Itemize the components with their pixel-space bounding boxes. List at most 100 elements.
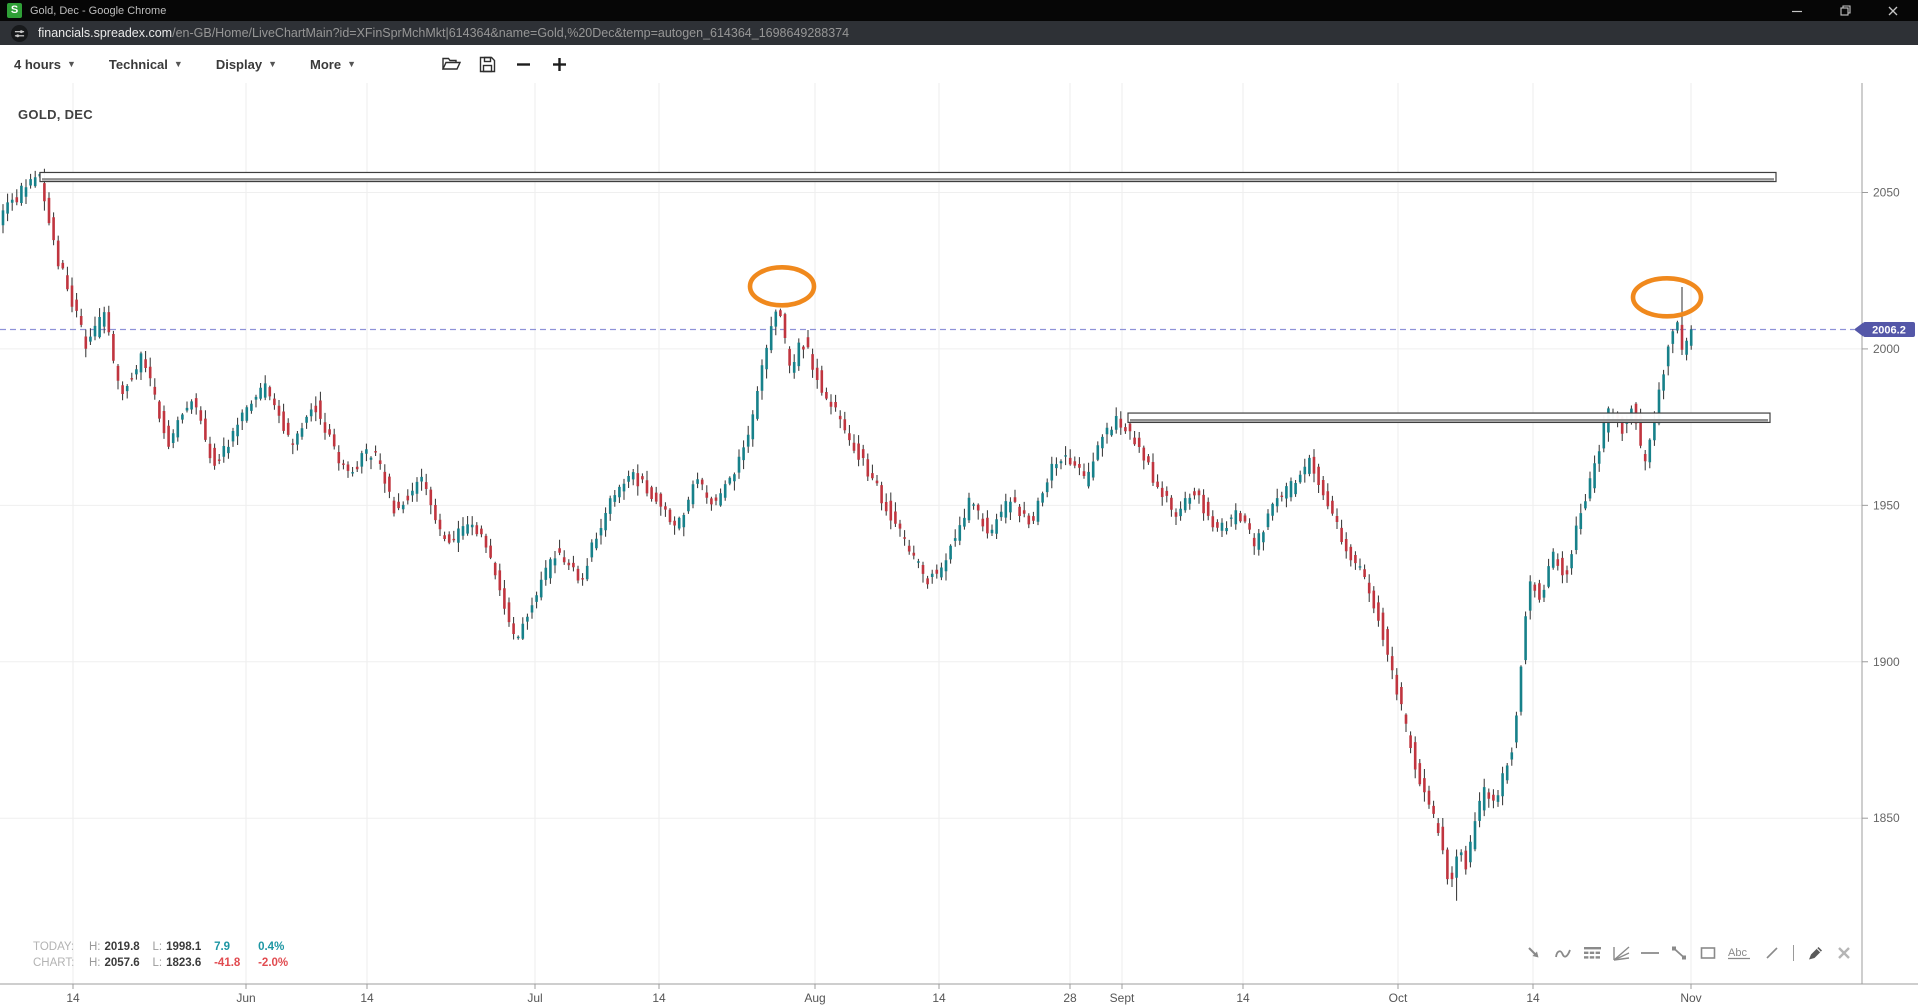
window-title: Gold, Dec - Google Chrome bbox=[30, 5, 166, 17]
technical-label: Technical bbox=[109, 57, 168, 72]
price-tick-label: 2050 bbox=[1873, 185, 1900, 199]
candle-wicks bbox=[3, 169, 1691, 901]
high-value: 2019.8 bbox=[105, 940, 153, 956]
stats-row-chart: CHART: H: 2057.6 L: 1823.6 -41.8 -2.0% bbox=[33, 956, 302, 972]
time-tick-label: 14 bbox=[66, 991, 80, 1005]
pointer-tool-button[interactable] bbox=[1524, 943, 1544, 963]
close-tools-button[interactable] bbox=[1834, 943, 1854, 963]
high-key: H: bbox=[89, 956, 101, 972]
pen-tool-button[interactable] bbox=[1805, 943, 1825, 963]
price-tick-label: 1900 bbox=[1873, 655, 1900, 669]
chart-area: 2050200019501900185014Jun14Jul14Aug1428S… bbox=[0, 83, 1918, 1007]
close-x-icon bbox=[1837, 946, 1851, 960]
close-button[interactable] bbox=[1886, 4, 1900, 18]
time-tick-label: 14 bbox=[652, 991, 666, 1005]
high-value: 2057.6 bbox=[105, 956, 153, 972]
chevron-down-icon: ▼ bbox=[174, 59, 183, 69]
fan-tool-button[interactable] bbox=[1611, 943, 1631, 963]
text-tool-button[interactable]: Abc bbox=[1727, 943, 1753, 963]
technical-dropdown[interactable]: Technical ▼ bbox=[109, 57, 183, 72]
chevron-down-icon: ▼ bbox=[67, 59, 76, 69]
chart-toolbar: 4 hours ▼ Technical ▼ Display ▼ More ▼ bbox=[0, 45, 1918, 83]
change-percent: -2.0% bbox=[258, 956, 302, 972]
minimize-icon bbox=[1791, 5, 1803, 17]
candles-up bbox=[3, 174, 1691, 878]
save-chart-button[interactable] bbox=[477, 53, 499, 75]
more-dropdown[interactable]: More ▼ bbox=[310, 57, 356, 72]
url-path: /en-GB/Home/LiveChartMain?id=XFinSprMchM… bbox=[172, 26, 849, 40]
plus-icon bbox=[552, 57, 567, 72]
stats-label: CHART: bbox=[33, 956, 89, 972]
ray-line-icon bbox=[1763, 944, 1781, 962]
highlight-ellipse-annotation[interactable] bbox=[750, 267, 814, 305]
timeframe-dropdown[interactable]: 4 hours ▼ bbox=[14, 57, 76, 72]
restore-button[interactable] bbox=[1838, 4, 1852, 18]
zoom-in-button[interactable] bbox=[549, 53, 571, 75]
display-dropdown[interactable]: Display ▼ bbox=[216, 57, 277, 72]
pointer-arrow-icon bbox=[1525, 944, 1543, 962]
display-label: Display bbox=[216, 57, 262, 72]
price-tick-label: 2000 bbox=[1873, 342, 1900, 356]
timeframe-label: 4 hours bbox=[14, 57, 61, 72]
price-chart-canvas[interactable]: 2050200019501900185014Jun14Jul14Aug1428S… bbox=[0, 83, 1918, 1007]
close-icon bbox=[1887, 5, 1899, 17]
fan-lines-icon bbox=[1612, 944, 1631, 962]
horizontal-line-icon bbox=[1640, 944, 1660, 962]
titlebar: S Gold, Dec - Google Chrome bbox=[0, 0, 1918, 21]
time-tick-label: 28 bbox=[1063, 991, 1077, 1005]
address-bar[interactable]: financials.spreadex.com/en-GB/Home/LiveC… bbox=[0, 21, 1918, 45]
toolbar-divider bbox=[1793, 945, 1794, 961]
low-key: L: bbox=[153, 940, 163, 956]
rectangle-icon bbox=[1699, 944, 1717, 962]
open-folder-icon bbox=[442, 56, 461, 72]
zoom-out-button[interactable] bbox=[513, 53, 535, 75]
tune-icon bbox=[14, 28, 25, 39]
grid-tool-button[interactable] bbox=[1582, 943, 1602, 963]
instrument-label: GOLD, DEC bbox=[18, 107, 93, 122]
more-label: More bbox=[310, 57, 341, 72]
freehand-curve-icon bbox=[1554, 944, 1572, 962]
high-key: H: bbox=[89, 940, 101, 956]
candles-down bbox=[17, 183, 1682, 879]
save-icon bbox=[479, 56, 496, 73]
time-tick-label: Aug bbox=[804, 991, 825, 1005]
time-tick-label: Jun bbox=[236, 991, 255, 1005]
data-grid-icon bbox=[1583, 944, 1602, 962]
time-tick-label: 14 bbox=[932, 991, 946, 1005]
svg-text:Abc: Abc bbox=[1728, 947, 1747, 959]
time-tick-label: Sept bbox=[1110, 991, 1135, 1005]
rect-tool-button[interactable] bbox=[1698, 943, 1718, 963]
low-value: 1823.6 bbox=[166, 956, 214, 972]
open-chart-button[interactable] bbox=[441, 53, 463, 75]
change-value: -41.8 bbox=[214, 956, 258, 972]
browser-window: S Gold, Dec - Google Chrome financials.s… bbox=[0, 0, 1918, 1007]
price-tag-arrow bbox=[1854, 323, 1863, 337]
stats-label: TODAY: bbox=[33, 940, 89, 956]
url-text: financials.spreadex.com/en-GB/Home/LiveC… bbox=[38, 26, 849, 40]
price-tick-label: 1850 bbox=[1873, 811, 1900, 825]
chart-stats: TODAY: H: 2019.8 L: 1998.1 7.9 0.4% CHAR… bbox=[33, 940, 302, 971]
spreadex-favicon-icon: S bbox=[7, 3, 22, 18]
minus-icon bbox=[516, 57, 531, 72]
trendline-tool-button[interactable] bbox=[1669, 943, 1689, 963]
chevron-down-icon: ▼ bbox=[268, 59, 277, 69]
low-value: 1998.1 bbox=[166, 940, 214, 956]
site-settings-icon[interactable] bbox=[11, 25, 28, 42]
chevron-down-icon: ▼ bbox=[347, 59, 356, 69]
price-tag-value: 2006.2 bbox=[1872, 325, 1906, 337]
change-percent: 0.4% bbox=[258, 940, 302, 956]
minimize-button[interactable] bbox=[1790, 4, 1804, 18]
time-tick-label: 14 bbox=[360, 991, 374, 1005]
time-tick-label: Oct bbox=[1389, 991, 1408, 1005]
text-abc-icon: Abc bbox=[1727, 944, 1753, 962]
time-tick-label: 14 bbox=[1236, 991, 1250, 1005]
hline-tool-button[interactable] bbox=[1640, 943, 1660, 963]
marker-pen-icon bbox=[1806, 944, 1825, 962]
drawing-toolbar: Abc bbox=[1524, 943, 1854, 963]
freehand-tool-button[interactable] bbox=[1553, 943, 1573, 963]
change-value: 7.9 bbox=[214, 940, 258, 956]
stats-row-today: TODAY: H: 2019.8 L: 1998.1 7.9 0.4% bbox=[33, 940, 302, 956]
restore-icon bbox=[1839, 4, 1852, 17]
ray-tool-button[interactable] bbox=[1762, 943, 1782, 963]
time-tick-label: Nov bbox=[1680, 991, 1701, 1005]
